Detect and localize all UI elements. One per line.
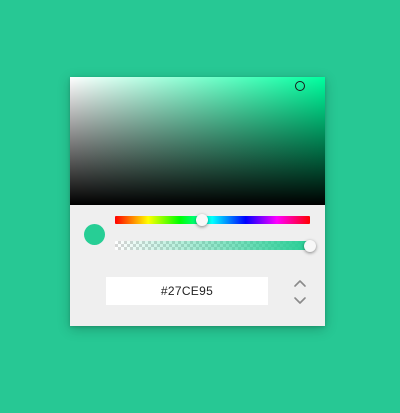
hue-slider-handle[interactable] bbox=[195, 214, 208, 226]
color-picker-panel bbox=[70, 77, 325, 326]
chevron-up-icon bbox=[294, 280, 306, 287]
alpha-slider-handle[interactable] bbox=[304, 239, 316, 252]
hex-value-input[interactable] bbox=[106, 277, 268, 305]
alpha-gradient-fill bbox=[115, 241, 310, 250]
brightness-black-overlay bbox=[70, 77, 325, 205]
alpha-slider[interactable] bbox=[115, 239, 316, 252]
saturation-cursor-handle[interactable] bbox=[294, 80, 305, 91]
hue-slider[interactable] bbox=[115, 214, 310, 226]
chevron-down-icon bbox=[294, 297, 306, 304]
mode-up-button[interactable] bbox=[293, 278, 307, 290]
saturation-brightness-area[interactable] bbox=[70, 77, 325, 205]
selected-color-swatch bbox=[84, 224, 105, 245]
mode-down-button[interactable] bbox=[293, 296, 307, 308]
